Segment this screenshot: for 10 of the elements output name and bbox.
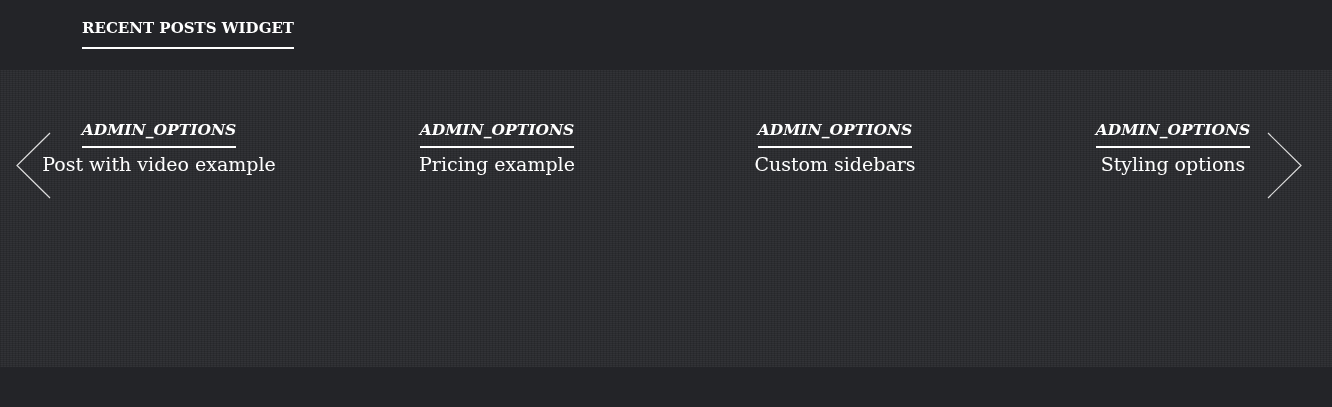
widget-title: RECENT POSTS WIDGET [82, 19, 295, 49]
post-author[interactable]: ADMIN_OPTIONS [419, 120, 575, 148]
post-author[interactable]: ADMIN_OPTIONS [1095, 120, 1251, 148]
next-chevron-icon[interactable] [1267, 132, 1303, 199]
post-author[interactable]: ADMIN_OPTIONS [81, 120, 237, 148]
post-author[interactable]: ADMIN_OPTIONS [757, 120, 913, 148]
post-title[interactable]: Styling options [1100, 153, 1246, 175]
post-title[interactable]: Post with video example [42, 153, 276, 175]
post-title[interactable]: Pricing example [419, 153, 575, 175]
post-title[interactable]: Custom sidebars [754, 153, 916, 175]
